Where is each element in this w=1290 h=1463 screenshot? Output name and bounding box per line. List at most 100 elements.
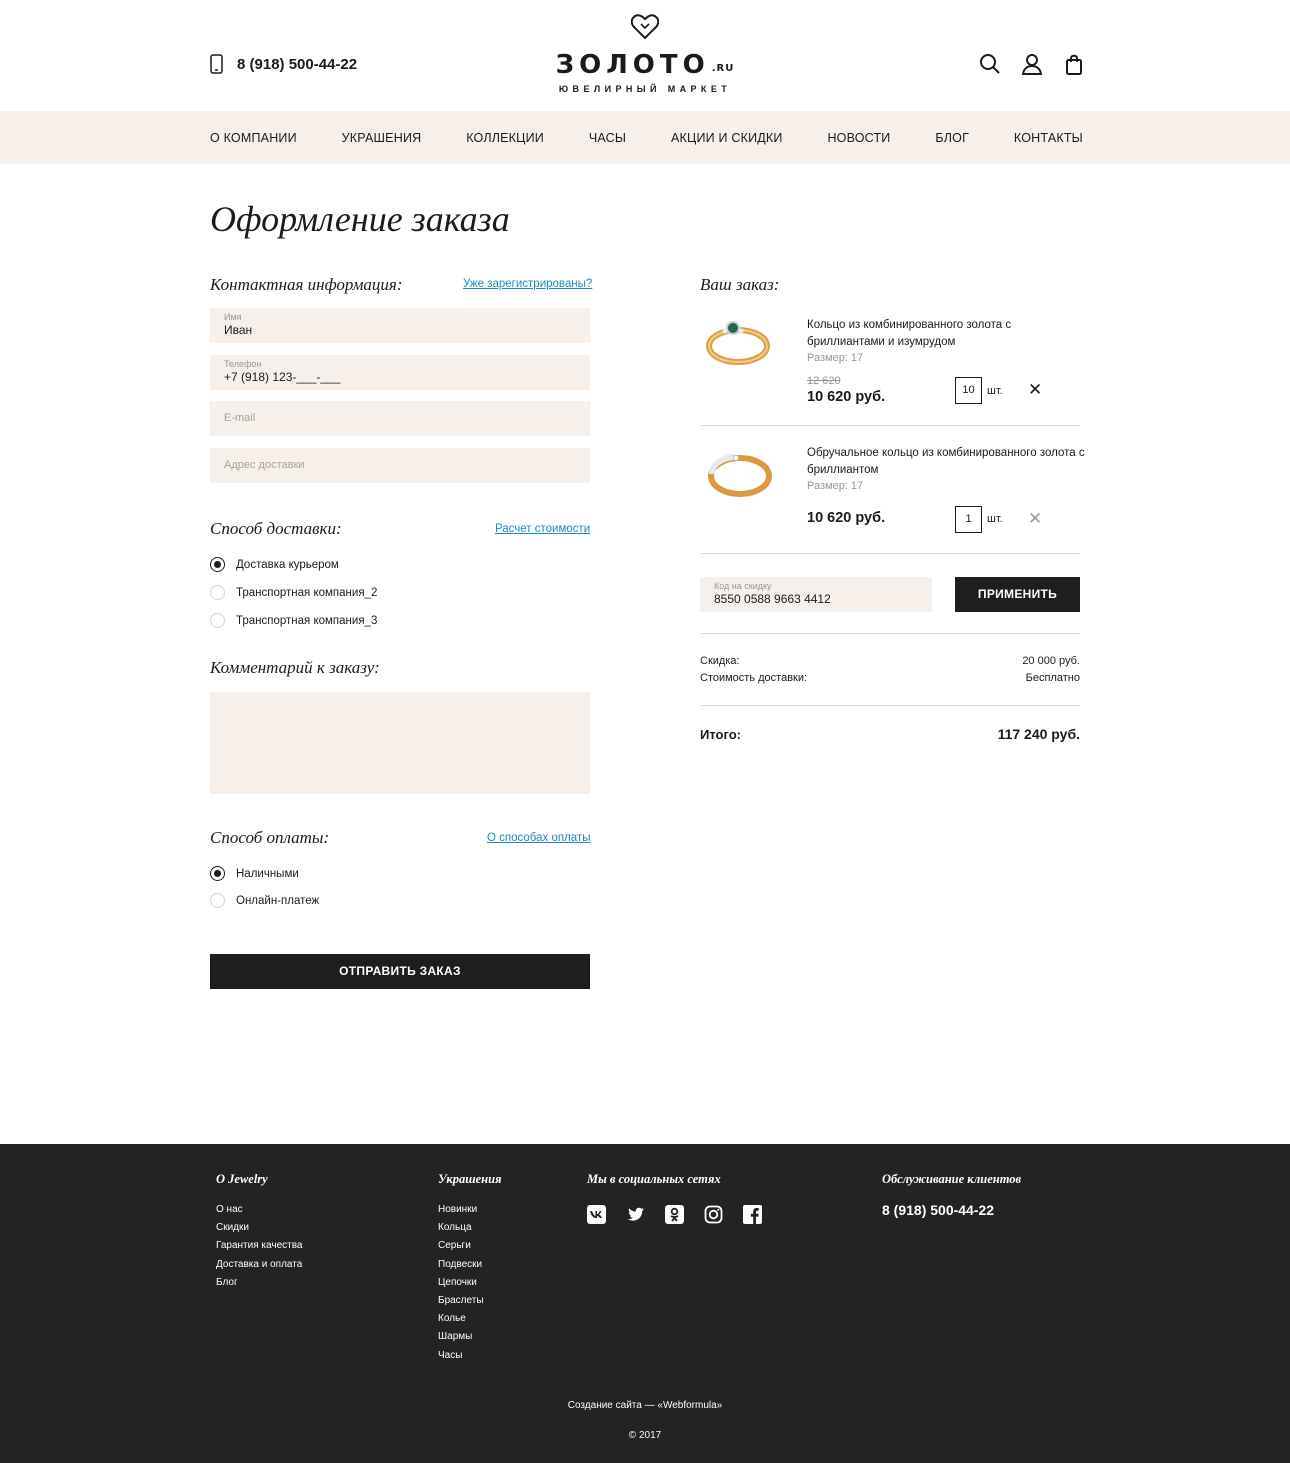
divider [700, 633, 1080, 634]
footer-jewelry-links: Новинки Кольца Серьги Подвески Цепочки Б… [438, 1201, 484, 1365]
remove-item-close-icon[interactable]: ✕ [1028, 381, 1042, 398]
delivery-cost-link[interactable]: Расчет стоимости [495, 523, 590, 535]
shipping-label: Стоимость доставки: [700, 672, 808, 684]
footer-link[interactable]: Гарантия качества [216, 1237, 302, 1255]
header-phone-number: 8 (918) 500-44-22 [237, 55, 358, 73]
footer-service-title: Обслуживание клиентов [882, 1172, 1022, 1186]
radio-unselected-icon [210, 893, 225, 908]
facebook-icon[interactable] [743, 1205, 762, 1224]
radio-unselected-icon [210, 613, 225, 628]
order-item-unit: шт. [987, 385, 1003, 397]
payment-option-label: Наличными [236, 867, 299, 880]
divider [700, 705, 1080, 706]
nav-item-collections[interactable]: КОЛЛЕКЦИИ [466, 131, 544, 145]
nav-item-sales[interactable]: АКЦИИ И СКИДКИ [671, 131, 783, 145]
payment-section-title: Способ оплаты: [210, 828, 330, 847]
email-field[interactable]: E-mail [210, 401, 590, 436]
nav-item-news[interactable]: НОВОСТИ [827, 131, 890, 145]
order-item-name[interactable]: Обручальное кольцо из комбинированного з… [807, 445, 1087, 478]
name-field[interactable]: Имя Иван [210, 308, 590, 343]
address-field[interactable]: Адрес доставки [210, 448, 590, 483]
comment-section-title: Комментарий к заказу: [210, 658, 380, 677]
page-title: Оформление заказа [210, 199, 510, 239]
nav-item-contacts[interactable]: КОНТАКТЫ [1014, 131, 1083, 145]
footer-link[interactable]: Доставка и оплата [216, 1256, 302, 1274]
nav-item-blog[interactable]: БЛОГ [935, 131, 969, 145]
main-nav: О КОМПАНИИ УКРАШЕНИЯ КОЛЛЕКЦИИ ЧАСЫ АКЦИ… [0, 111, 1290, 164]
footer-link[interactable]: Блог [216, 1274, 302, 1292]
footer-credit[interactable]: Создание сайта — «Webformula» [0, 1400, 1290, 1411]
product-image-ring-emerald[interactable] [700, 310, 776, 370]
footer-service-phone[interactable]: 8 (918) 500-44-22 [882, 1202, 994, 1218]
total-value: 117 240 руб. [997, 726, 1080, 742]
total-label: Итого: [700, 727, 741, 742]
footer-link[interactable]: Браслеты [438, 1292, 484, 1310]
payment-option-label: Онлайн-платеж [236, 894, 320, 907]
contact-section-title: Контактная информация: [210, 275, 403, 294]
footer-about-title: О Jewelry [216, 1172, 268, 1186]
footer-link[interactable]: О нас [216, 1201, 302, 1219]
twitter-icon[interactable] [626, 1205, 645, 1224]
payment-methods-link[interactable]: О способах оплаты [487, 832, 590, 844]
site-logo[interactable]: ЗОЛОТО .RU ЮВЕЛИРНЫЙ МАРКЕТ [545, 14, 745, 94]
order-item-size: Размер: 17 [807, 480, 864, 492]
vk-icon[interactable] [587, 1205, 606, 1224]
already-registered-link[interactable]: Уже зарегистрированы? [463, 278, 592, 290]
site-footer: О Jewelry О нас Скидки Гарантия качества… [0, 1144, 1290, 1463]
footer-link[interactable]: Цепочки [438, 1274, 484, 1292]
footer-link[interactable]: Кольца [438, 1219, 484, 1237]
comment-textarea[interactable] [210, 692, 590, 794]
payment-option-cash[interactable]: Наличными [210, 866, 299, 881]
footer-link[interactable]: Часы [438, 1347, 484, 1365]
instagram-icon[interactable] [704, 1205, 723, 1224]
order-item-qty-input[interactable]: 1 [955, 506, 982, 533]
header-actions [979, 53, 1085, 75]
mobile-phone-icon [210, 54, 223, 74]
footer-link[interactable]: Колье [438, 1310, 484, 1328]
nav-item-jewelry[interactable]: УКРАШЕНИЯ [342, 131, 422, 145]
submit-order-button[interactable]: ОТПРАВИТЬ ЗАКАЗ [210, 954, 590, 989]
footer-link[interactable]: Скидки [216, 1219, 302, 1237]
delivery-option-courier[interactable]: Доставка курьером [210, 557, 339, 572]
divider [700, 553, 1080, 554]
payment-option-online[interactable]: Онлайн-платеж [210, 893, 319, 908]
header-phone[interactable]: 8 (918) 500-44-22 [210, 54, 357, 74]
order-item-price: 10 620 руб. [807, 510, 886, 526]
product-image-wedding-ring[interactable] [700, 440, 776, 502]
order-item-size: Размер: 17 [807, 352, 864, 364]
discount-value: 20 000 руб. [1022, 655, 1080, 667]
delivery-option-transport-2[interactable]: Транспортная компания_2 [210, 585, 377, 600]
footer-link[interactable]: Шармы [438, 1328, 484, 1346]
order-item-name[interactable]: Кольцо из комбинированного золота с брил… [807, 317, 1087, 350]
email-field-placeholder: E-mail [224, 412, 256, 424]
name-field-label: Имя [224, 312, 242, 322]
footer-jewelry-title: Украшения [438, 1172, 502, 1186]
delivery-option-label: Доставка курьером [236, 558, 339, 571]
footer-about-links: О нас Скидки Гарантия качества Доставка … [216, 1201, 302, 1292]
address-field-placeholder: Адрес доставки [224, 459, 305, 471]
apply-promo-button[interactable]: ПРИМЕНИТЬ [955, 577, 1080, 612]
order-item-old-price: 12 620 [807, 375, 841, 387]
heart-diamond-logo-icon [545, 14, 745, 45]
logo-wordmark: ЗОЛОТО .RU [555, 50, 735, 80]
delivery-option-transport-3[interactable]: Транспортная компания_3 [210, 613, 377, 628]
order-item-unit: шт. [987, 513, 1003, 525]
delivery-option-label: Транспортная компания_2 [236, 586, 378, 599]
user-icon[interactable] [1021, 53, 1043, 75]
bag-icon[interactable] [1063, 53, 1085, 75]
delivery-section-title: Способ доставки: [210, 519, 342, 538]
nav-item-about[interactable]: О КОМПАНИИ [210, 131, 297, 145]
nav-item-watches[interactable]: ЧАСЫ [589, 131, 626, 145]
radio-unselected-icon [210, 585, 225, 600]
footer-link[interactable]: Подвески [438, 1256, 484, 1274]
promo-code-field[interactable]: Код на скидку 8550 0588 9663 4412 [700, 577, 932, 612]
remove-item-close-icon[interactable]: ✕ [1028, 510, 1042, 527]
order-item-qty-input[interactable]: 10 [955, 377, 982, 404]
footer-link[interactable]: Серьги [438, 1237, 484, 1255]
odnoklassniki-icon[interactable] [665, 1205, 684, 1224]
delivery-option-label: Транспортная компания_3 [236, 614, 378, 627]
footer-link[interactable]: Новинки [438, 1201, 484, 1219]
search-icon[interactable] [979, 53, 1001, 75]
name-field-value: Иван [224, 323, 253, 337]
phone-field[interactable]: Телефон +7 (918) 123-___-___ [210, 355, 590, 390]
